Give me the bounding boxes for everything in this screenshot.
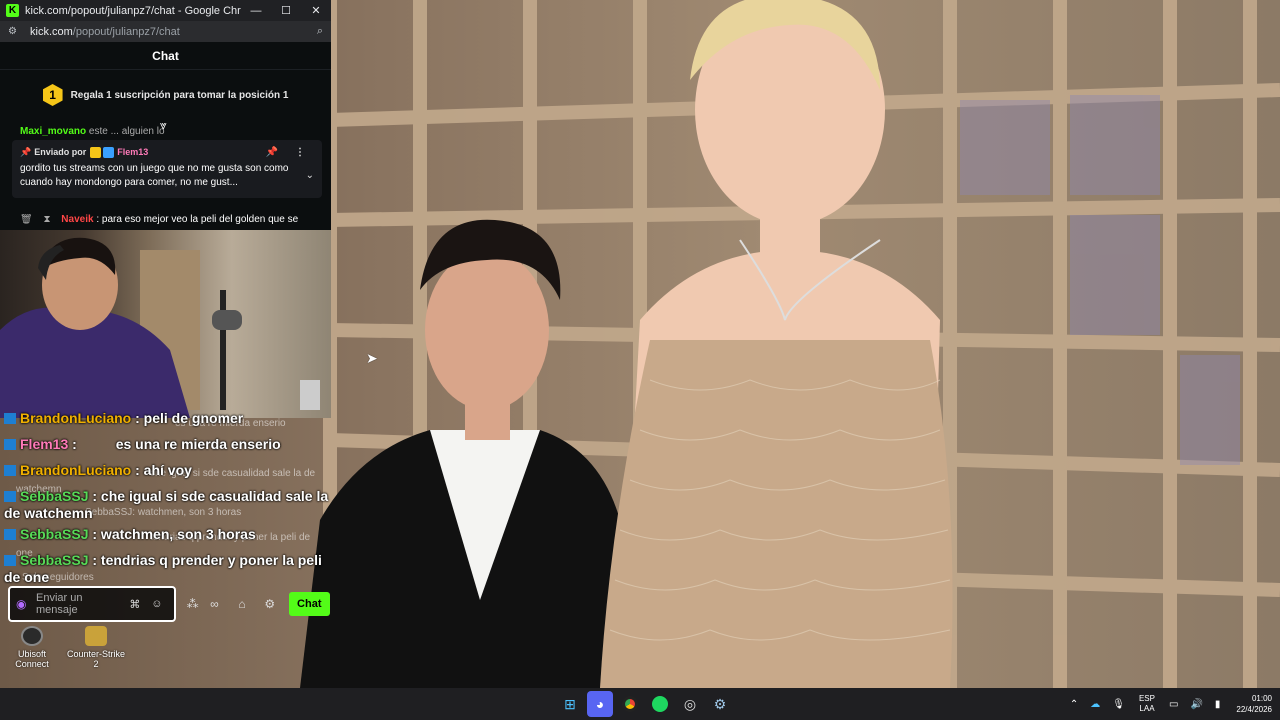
zoom-icon[interactable]: ⌕ xyxy=(317,25,323,38)
chrome-icon[interactable] xyxy=(617,691,643,717)
kicks-icon[interactable]: ⁂ xyxy=(182,597,204,611)
chat-text: este ... alguien lo xyxy=(88,126,165,137)
kick-logo-icon: K xyxy=(6,4,19,17)
minimize-button[interactable]: — xyxy=(241,5,271,17)
spotify-icon[interactable] xyxy=(647,691,673,717)
crown-badge-icon xyxy=(90,146,102,158)
chevron-up-icon[interactable]: ⌃ xyxy=(1070,699,1078,710)
taskbar-apps: ⊞ ◕ ◎ ⚙ xyxy=(555,688,735,720)
chat-username[interactable]: Maxi_movano xyxy=(20,126,86,137)
overlay-chat-line: SebbaSSJ : watchmen, son 3 horas xyxy=(0,526,331,543)
ubisoft-icon xyxy=(21,626,43,646)
pinned-sent-by: Enviado por xyxy=(34,147,87,157)
network-icon[interactable]: ▭ xyxy=(1169,699,1178,710)
system-tray: ⌃ ☁ 🎙 ESP LAA ▭ 🔊 ▮ 01:00 22/4/2026 xyxy=(1064,688,1272,720)
delete-icon[interactable]: 🗑 xyxy=(20,214,33,225)
sub-badge-icon xyxy=(103,146,115,158)
chat-input-bar: ◉ Enviar un mensaje ⌘ ☺ ⁂ ∞ ⌂ ⚙ Chat xyxy=(8,586,330,622)
badge-icon xyxy=(4,439,16,450)
clock[interactable]: 01:00 22/4/2026 xyxy=(1236,693,1272,715)
window-title: kick.com/popout/julianpz7/chat - Google … xyxy=(25,4,241,17)
chat-message: 🗑 ⧗ Naveik : para eso mejor veo la peli … xyxy=(20,214,325,228)
scroll-down-icon[interactable]: ⩔ xyxy=(160,118,167,133)
badge-icon xyxy=(4,555,16,566)
rank-badge-icon: 1 xyxy=(42,84,63,106)
infinity-icon[interactable]: ∞ xyxy=(204,597,226,611)
message-placeholder: Enviar un mensaje xyxy=(36,592,83,616)
language-indicator[interactable]: ESP LAA xyxy=(1139,694,1155,714)
gift-sub-text: Regala 1 suscripción para tomar la posic… xyxy=(70,89,289,101)
chat-message: Maxi_movano este ... alguien lo xyxy=(20,126,320,140)
onedrive-icon[interactable]: ☁ xyxy=(1090,699,1100,710)
volume-icon[interactable]: 🔊 xyxy=(1190,699,1202,710)
steam-icon[interactable]: ⚙ xyxy=(707,691,733,717)
overlay-chat-line: BrandonLuciano : peli de gnomer xyxy=(0,410,331,427)
gift-sub-banner[interactable]: 1 Regala 1 suscripción para tomar la pos… xyxy=(0,74,331,116)
message-input[interactable]: ◉ Enviar un mensaje ⌘ ☺ xyxy=(8,586,176,622)
maximize-button[interactable]: ☐ xyxy=(271,4,301,17)
overlay-chat-line: BrandonLuciano : ahí voy xyxy=(0,462,331,479)
chevron-down-icon[interactable]: ⌄ xyxy=(306,170,314,181)
badge-icon xyxy=(4,413,16,424)
desktop-icon-ubisoft[interactable]: Ubisoft Connect xyxy=(0,626,64,669)
chat-text: : para eso mejor veo la peli del golden … xyxy=(96,214,299,225)
pinned-username[interactable]: Flem13 xyxy=(117,147,148,157)
mouse-cursor-icon: ➤ xyxy=(366,350,378,366)
chat-popout-window: K kick.com/popout/julianpz7/chat - Googl… xyxy=(0,0,331,230)
translate-icon[interactable]: ⌘ xyxy=(124,598,146,611)
microphone-icon[interactable]: 🎙 xyxy=(1112,699,1125,710)
badge-icon xyxy=(4,465,16,476)
overlay-chat-line: Flem13 : es una re mierda enserio xyxy=(0,436,331,453)
chat-username[interactable]: Naveik xyxy=(61,214,93,225)
pin-icon: 📌 xyxy=(20,146,32,157)
webcam-feed xyxy=(0,230,331,418)
obs-icon[interactable]: ◎ xyxy=(677,691,703,717)
desktop-icon-cs2[interactable]: Counter-Strike 2 xyxy=(64,626,128,669)
badge-icon xyxy=(4,529,16,540)
overlay-chat-line: SebbaSSJ : tendrias q prender y poner la… xyxy=(4,552,322,585)
window-titlebar: K kick.com/popout/julianpz7/chat - Googl… xyxy=(0,0,331,21)
more-options-icon[interactable]: ⋮ xyxy=(286,147,314,158)
site-info-icon[interactable]: ⚙ xyxy=(8,26,22,37)
gift-icon[interactable]: ⌂ xyxy=(231,597,253,611)
badge-icon xyxy=(4,491,16,502)
chat-header: Chat xyxy=(0,42,331,70)
battery-icon[interactable]: ▮ xyxy=(1215,699,1221,710)
send-chat-button[interactable]: Chat xyxy=(288,592,330,616)
start-icon[interactable]: ⊞ xyxy=(557,691,583,717)
discord-icon[interactable]: ◕ xyxy=(587,691,613,717)
close-button[interactable]: ✕ xyxy=(301,4,331,17)
url-host: kick.com xyxy=(30,25,73,38)
microphone-icon[interactable]: ◉ xyxy=(16,597,36,611)
taskbar: ⊞ ◕ ◎ ⚙ ⌃ ☁ 🎙 ESP LAA ▭ 🔊 ▮ 01:00 22/4/202… xyxy=(0,688,1280,720)
url-path: /popout/julianpz7/chat xyxy=(72,25,180,38)
counter-strike-icon xyxy=(85,626,107,646)
stream-chat-overlay: es una re mierda enserio che igual si sd… xyxy=(0,410,331,586)
address-bar[interactable]: ⚙ kick.com /popout/julianpz7/chat ⌕ xyxy=(0,21,331,42)
settings-icon[interactable]: ⚙ xyxy=(259,597,281,611)
timeout-icon[interactable]: ⧗ xyxy=(43,214,50,225)
pinned-message: 📌 Enviado por Flem13 📌 ⋮ gordito tus str… xyxy=(12,140,322,198)
pinned-text: gordito tus streams con un juego que no … xyxy=(20,163,289,188)
emoji-icon[interactable]: ☺ xyxy=(146,598,168,610)
overlay-chat-line: SebbaSSJ : che igual si sde casualidad s… xyxy=(4,488,329,521)
unpin-icon[interactable]: 📌 xyxy=(258,147,286,158)
